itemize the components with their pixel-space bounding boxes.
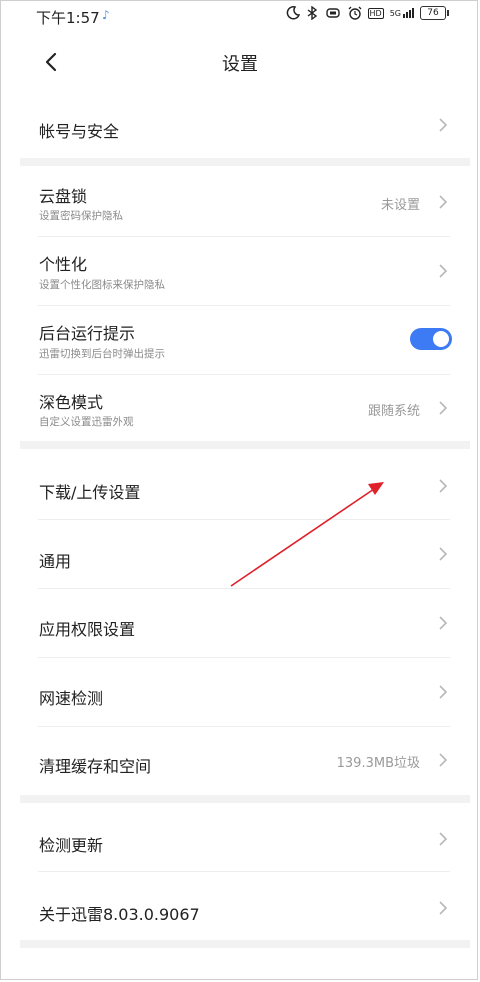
chevron-right-icon — [439, 118, 448, 132]
toggle-knob — [433, 331, 449, 347]
settings-item-description: 自定义设置迅雷外观 — [39, 416, 134, 428]
chevron-right-icon — [439, 547, 448, 561]
settings-item-general[interactable]: 通用 — [20, 520, 470, 588]
page-title: 设置 — [222, 54, 258, 75]
settings-item-description: 设置个性化图标来保护隐私 — [39, 279, 165, 291]
settings-item-label: 关于迅雷8.03.0.9067 — [39, 905, 200, 924]
section-gap — [20, 795, 470, 803]
battery-icon: 76 — [420, 6, 449, 20]
bluetooth-icon — [307, 6, 317, 20]
settings-item-label: 个性化 — [39, 255, 88, 274]
vibrate-icon — [325, 8, 340, 18]
settings-item-label: 帐号与安全 — [39, 122, 120, 141]
settings-item-speed-test[interactable]: 网速检测 — [20, 658, 470, 726]
settings-item-about[interactable]: 关于迅雷8.03.0.9067 — [20, 872, 470, 940]
settings-item-label: 检测更新 — [39, 836, 104, 855]
settings-item-cloud-lock[interactable]: 云盘锁 设置密码保护隐私 未设置 — [20, 166, 470, 236]
settings-item-label: 网速检测 — [39, 689, 104, 708]
settings-item-description: 设置密码保护隐私 — [39, 210, 123, 222]
hd-badge: HD — [367, 7, 384, 19]
status-icons: HD 5G 76 — [286, 6, 449, 20]
chevron-right-icon — [439, 401, 448, 415]
chevron-right-icon — [439, 901, 448, 915]
background-tip-toggle[interactable] — [410, 328, 452, 350]
chevron-right-icon — [439, 195, 448, 209]
settings-item-download-upload[interactable]: 下载/上传设置 — [20, 449, 470, 519]
section-gap — [20, 158, 470, 166]
chevron-right-icon — [439, 264, 448, 278]
settings-item-label: 应用权限设置 — [39, 620, 136, 639]
network-type: 5G — [389, 9, 401, 18]
chevron-right-icon — [439, 832, 448, 846]
settings-item-value: 未设置 — [380, 198, 420, 213]
settings-item-label: 清理缓存和空间 — [39, 757, 152, 776]
settings-item-label: 云盘锁 — [39, 187, 88, 206]
header: 设置 — [0, 32, 480, 92]
alarm-icon — [348, 6, 361, 20]
settings-item-label: 深色模式 — [39, 393, 104, 412]
signal-icon: 5G — [390, 8, 414, 18]
do-not-disturb-moon-icon — [286, 6, 300, 20]
chevron-right-icon — [439, 616, 448, 630]
settings-item-value: 跟随系统 — [367, 404, 420, 419]
settings-item-dark-mode[interactable]: 深色模式 自定义设置迅雷外观 跟随系统 — [20, 375, 470, 441]
music-note-icon: ♪ — [102, 8, 110, 22]
settings-item-description: 迅雷切换到后台时弹出提示 — [39, 348, 165, 360]
settings-item-check-update[interactable]: 检测更新 — [20, 803, 470, 871]
settings-item-background-tip: 后台运行提示 迅雷切换到后台时弹出提示 — [20, 306, 470, 374]
settings-item-clear-cache[interactable]: 清理缓存和空间 139.3MB垃圾 — [20, 727, 470, 795]
settings-item-permissions[interactable]: 应用权限设置 — [20, 589, 470, 657]
chevron-right-icon — [439, 753, 448, 767]
settings-item-account-security[interactable]: 帐号与安全 — [20, 96, 470, 158]
status-bar: 下午1:57 ♪ HD 5G 76 — [0, 0, 480, 32]
settings-item-label: 通用 — [39, 552, 72, 571]
settings-item-personalize[interactable]: 个性化 设置个性化图标来保护隐私 — [20, 237, 470, 305]
settings-item-label: 后台运行提示 — [39, 324, 136, 343]
chevron-right-icon — [439, 479, 448, 493]
section-gap — [20, 940, 470, 948]
settings-item-value: 139.3MB垃圾 — [336, 756, 420, 771]
section-gap — [20, 441, 470, 449]
chevron-right-icon — [439, 685, 448, 699]
settings-item-label: 下载/上传设置 — [39, 483, 141, 502]
status-time: 下午1:57 — [36, 9, 100, 27]
